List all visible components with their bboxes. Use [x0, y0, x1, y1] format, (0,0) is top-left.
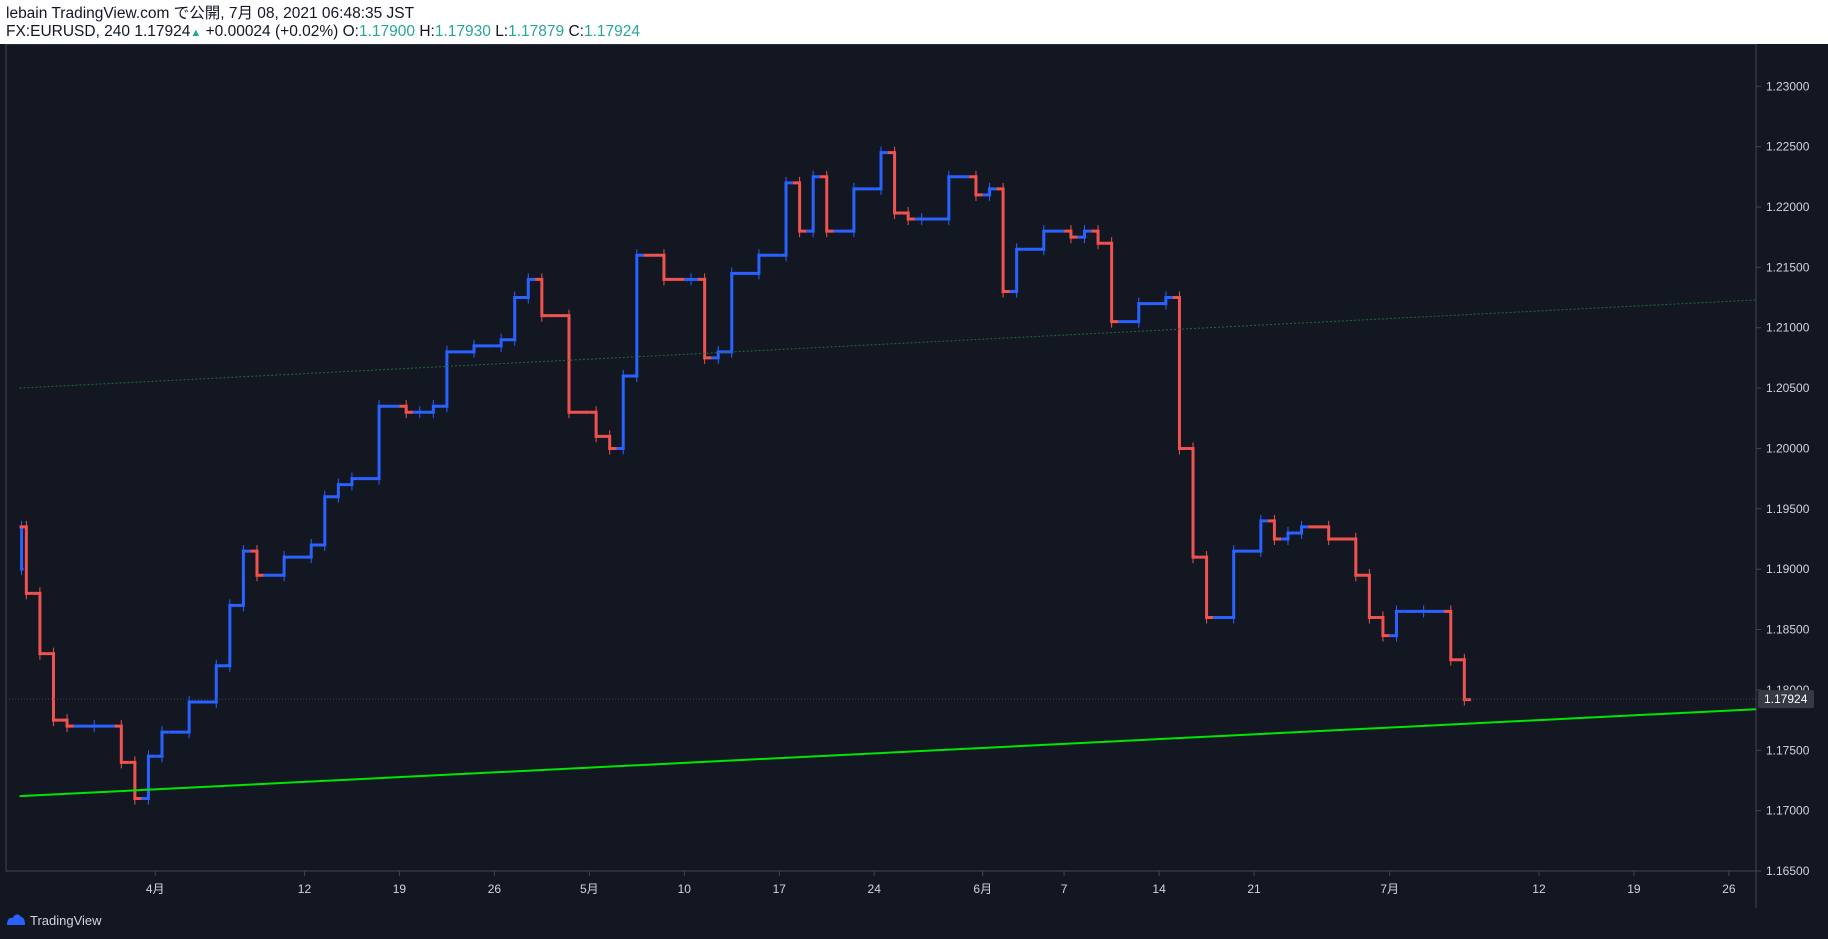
brand-label[interactable]: TradingView — [30, 913, 102, 928]
y-tick-label: 1.21000 — [1766, 321, 1810, 335]
y-tick-label: 1.19500 — [1766, 502, 1810, 516]
x-tick-label: 21 — [1247, 882, 1261, 896]
x-tick-label: 19 — [1627, 882, 1641, 896]
x-tick-label: 19 — [393, 882, 407, 896]
x-tick-label: 7 — [1061, 882, 1068, 896]
open-value: 1.17900 — [359, 23, 416, 40]
high-value: 1.17930 — [434, 23, 491, 40]
low-label: L: — [495, 23, 509, 40]
x-tick-label: 5月 — [580, 882, 599, 896]
y-tick-label: 1.19000 — [1766, 562, 1810, 576]
x-tick-label: 14 — [1152, 882, 1166, 896]
x-tick-label: 7月 — [1380, 882, 1399, 896]
ohlc-legend: FX:EURUSD, 240 1.17924▲ +0.00024 (+0.02%… — [6, 22, 640, 43]
chart-header: lebain TradingView.com で公開, 7月 08, 2021 … — [0, 0, 1828, 44]
price-axis[interactable]: 1.23000 1.22500 1.22000 1.21500 1.21000 1.205… — [1756, 79, 1810, 878]
price-chart[interactable]: 1.23000 1.22500 1.22000 1.21500 1.21000 1.205… — [0, 44, 1828, 908]
x-tick-label: 10 — [678, 882, 692, 896]
last-price-label: 1.17924 — [1758, 690, 1814, 709]
time-axis[interactable]: 4月 12 19 26 5月 10 17 24 6月 7 14 21 7月 12 19 26 — [146, 871, 1736, 896]
open-label: O: — [342, 23, 359, 40]
y-tick-label: 1.23000 — [1766, 79, 1810, 93]
last-price: 1.17924 — [134, 23, 191, 40]
high-label: H: — [419, 23, 435, 40]
close-value: 1.17924 — [583, 23, 640, 40]
low-value: 1.17879 — [508, 23, 565, 40]
y-tick-label: 1.20500 — [1766, 381, 1810, 395]
price-series — [19, 146, 1472, 805]
x-tick-label: 12 — [1532, 882, 1546, 896]
y-tick-label: 1.17500 — [1766, 743, 1810, 757]
footer: TradingView — [0, 908, 102, 932]
tradingview-logo-icon[interactable] — [6, 912, 26, 929]
up-arrow-icon: ▲ — [190, 27, 202, 39]
x-tick-label: 17 — [773, 882, 787, 896]
x-tick-label: 26 — [488, 882, 502, 896]
y-tick-label: 1.21500 — [1766, 260, 1810, 274]
publish-info: lebain TradingView.com で公開, 7月 08, 2021 … — [6, 5, 415, 22]
x-tick-label: 12 — [298, 882, 312, 896]
symbol-label: FX:EURUSD, 240 — [6, 23, 131, 40]
x-tick-label: 24 — [868, 882, 882, 896]
support-trendline[interactable] — [19, 708, 1757, 798]
close-label: C: — [568, 23, 584, 40]
x-tick-label: 4月 — [146, 882, 165, 896]
y-tick-label: 1.22500 — [1766, 140, 1810, 154]
last-price-text: 1.17924 — [1764, 692, 1808, 706]
reference-line — [19, 299, 1757, 389]
x-tick-label: 26 — [1722, 882, 1736, 896]
y-tick-label: 1.17000 — [1766, 804, 1810, 818]
y-tick-label: 1.20000 — [1766, 441, 1810, 455]
y-tick-label: 1.16500 — [1766, 864, 1810, 878]
y-tick-label: 1.22000 — [1766, 200, 1810, 214]
price-change: +0.00024 (+0.02%) — [205, 23, 339, 40]
y-tick-label: 1.18500 — [1766, 623, 1810, 637]
x-tick-label: 6月 — [973, 882, 992, 896]
